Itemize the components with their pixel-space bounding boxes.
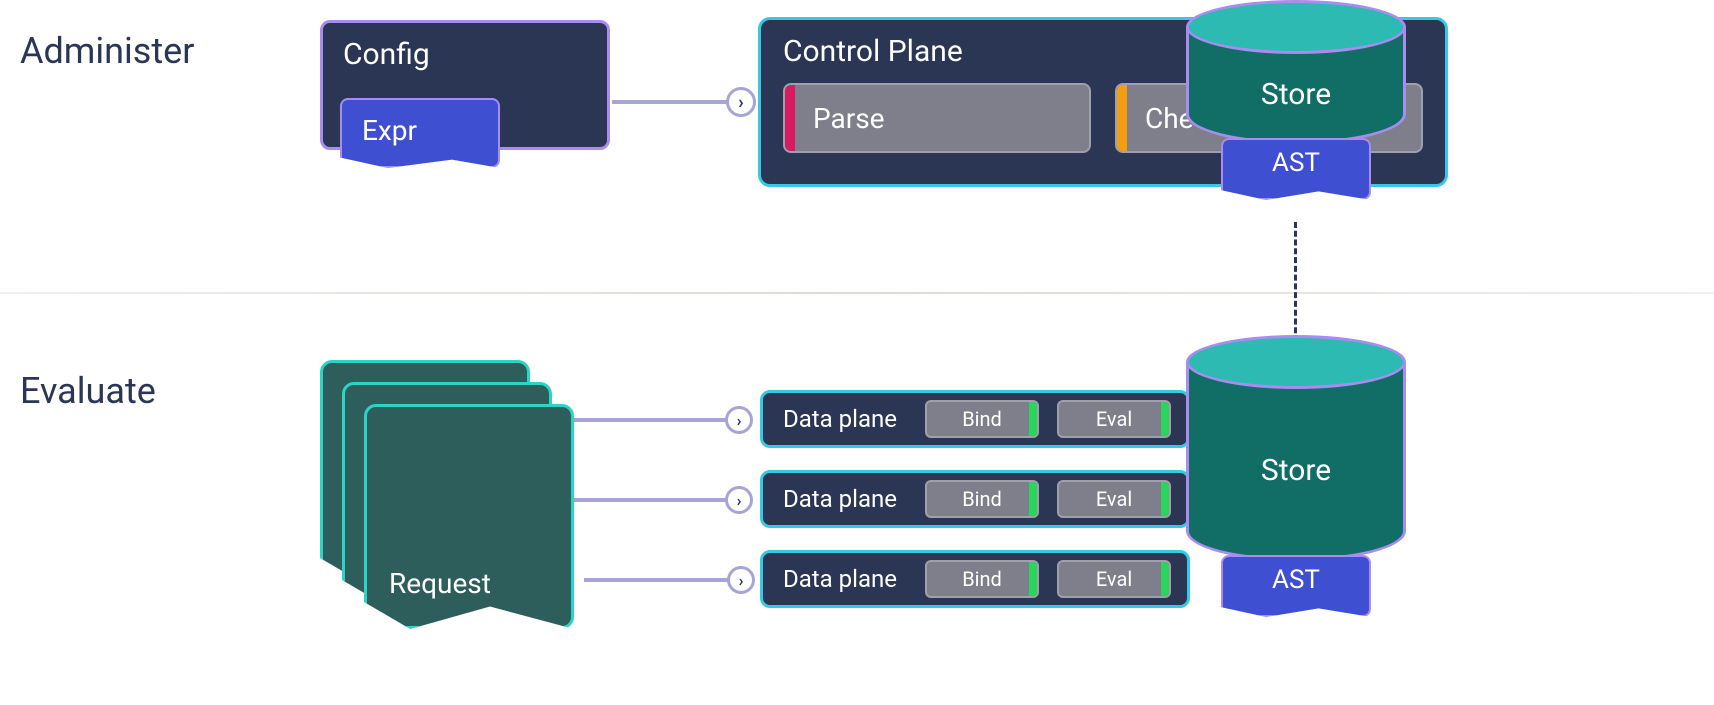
data-plane-step-bind: Bind bbox=[925, 560, 1039, 598]
bind-label: Bind bbox=[962, 487, 1002, 511]
section-label-administer: Administer bbox=[20, 30, 194, 72]
cylinder-top-icon bbox=[1186, 335, 1406, 389]
data-plane-step-eval: Eval bbox=[1057, 400, 1171, 438]
ast-label: AST bbox=[1272, 565, 1320, 595]
store-label: Store bbox=[1261, 453, 1331, 488]
arrow-icon: › bbox=[727, 566, 755, 594]
section-divider bbox=[0, 292, 1714, 294]
request-card: Request bbox=[364, 404, 574, 629]
data-plane-row: Data plane Bind Eval bbox=[760, 550, 1190, 608]
request-card-stack: Request bbox=[320, 360, 580, 640]
ast-tag-bottom: AST bbox=[1221, 555, 1371, 617]
section-label-evaluate: Evaluate bbox=[20, 370, 156, 412]
eval-label: Eval bbox=[1096, 487, 1132, 511]
data-plane-label: Data plane bbox=[783, 405, 897, 433]
data-plane-step-eval: Eval bbox=[1057, 560, 1171, 598]
store-label: Store bbox=[1261, 77, 1331, 112]
parse-label: Parse bbox=[813, 102, 885, 135]
data-plane-row: Data plane Bind Eval bbox=[760, 390, 1190, 448]
data-plane-step-eval: Eval bbox=[1057, 480, 1171, 518]
ast-tag-top: AST bbox=[1221, 138, 1371, 200]
bind-label: Bind bbox=[962, 407, 1002, 431]
parse-stripe-icon bbox=[785, 85, 795, 151]
control-plane-step-parse: Parse bbox=[783, 83, 1091, 153]
edge-request-to-dataplane: › bbox=[562, 498, 740, 502]
bind-label: Bind bbox=[962, 567, 1002, 591]
store-dashed-link bbox=[1294, 222, 1297, 342]
edge-request-to-dataplane: › bbox=[584, 578, 742, 582]
request-label: Request bbox=[389, 567, 491, 600]
control-plane-title: Control Plane bbox=[783, 34, 963, 69]
data-plane-label: Data plane bbox=[783, 565, 897, 593]
store-body: Store bbox=[1186, 361, 1406, 561]
arrow-icon: › bbox=[726, 87, 756, 117]
store-cylinder-top: Store AST bbox=[1186, 0, 1406, 200]
data-plane-row: Data plane Bind Eval bbox=[760, 470, 1190, 528]
store-cylinder-bottom: Store AST bbox=[1186, 335, 1406, 617]
data-plane-label: Data plane bbox=[783, 485, 897, 513]
eval-label: Eval bbox=[1096, 407, 1132, 431]
ast-label: AST bbox=[1272, 148, 1320, 178]
check-stripe-icon bbox=[1117, 85, 1127, 151]
data-plane-step-bind: Bind bbox=[925, 400, 1039, 438]
cylinder-top-icon bbox=[1186, 0, 1406, 54]
config-title: Config bbox=[343, 37, 430, 72]
data-plane-step-bind: Bind bbox=[925, 480, 1039, 518]
edge-config-to-control-plane: › bbox=[612, 100, 742, 104]
arrow-icon: › bbox=[725, 406, 753, 434]
eval-label: Eval bbox=[1096, 567, 1132, 591]
arrow-icon: › bbox=[725, 486, 753, 514]
expr-flag: Expr bbox=[340, 98, 500, 168]
expr-label: Expr bbox=[362, 114, 417, 147]
